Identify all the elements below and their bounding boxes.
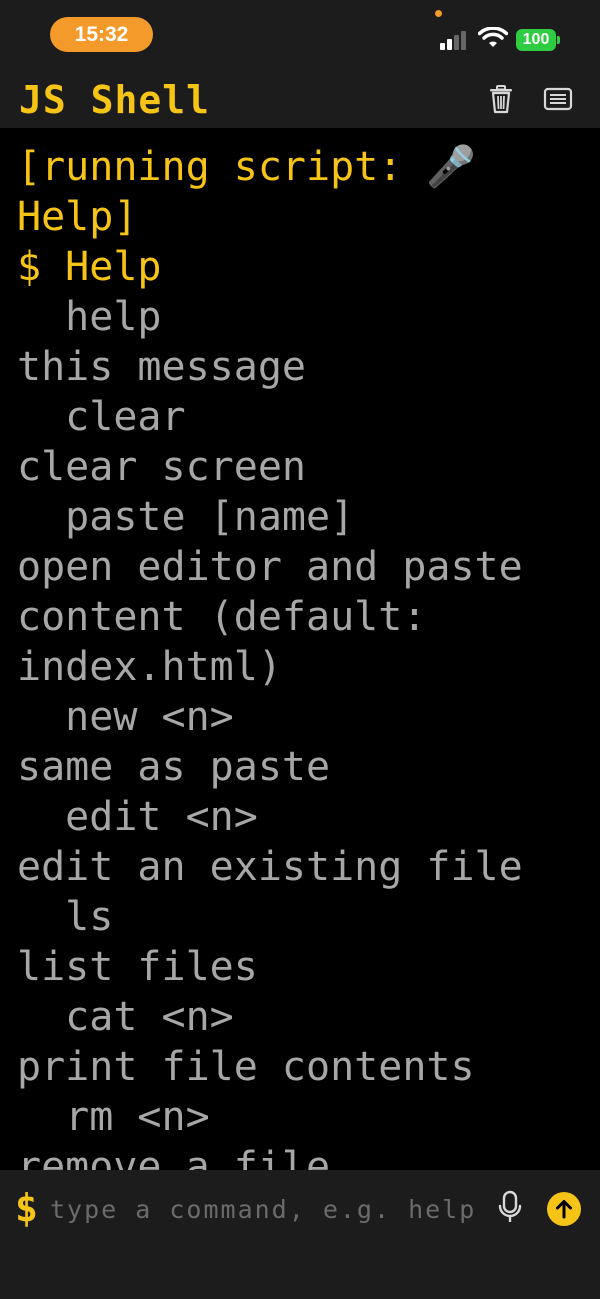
terminal-line: clear screen	[17, 444, 306, 490]
terminal-line: ls	[17, 894, 114, 940]
wifi-icon	[478, 27, 508, 47]
terminal-line: this message	[17, 344, 306, 390]
terminal-line: index.html)	[17, 644, 282, 690]
status-bar: 15:32 100	[0, 0, 600, 70]
command-bar: $	[0, 1170, 600, 1299]
terminal-line: $ Help	[17, 244, 162, 290]
terminal-line: edit an existing file	[17, 844, 523, 890]
terminal-line: [running script: 🎤	[17, 144, 477, 190]
send-button[interactable]	[547, 1192, 581, 1226]
terminal-output[interactable]: [running script: 🎤 Help] $ Help help thi…	[0, 128, 600, 1170]
send-arrow-icon	[556, 1200, 572, 1219]
prompt-symbol: $	[15, 1186, 38, 1230]
command-input[interactable]	[50, 1188, 480, 1230]
battery-icon: 100	[516, 29, 560, 51]
signal-icon	[440, 30, 470, 50]
terminal-line: clear	[17, 394, 186, 440]
terminal-line: cat <n>	[17, 994, 234, 1040]
terminal-line: edit <n>	[17, 794, 258, 840]
terminal-line: list files	[17, 944, 258, 990]
terminal-line: new <n>	[17, 694, 234, 740]
terminal-line: help	[17, 294, 162, 340]
microphone-icon[interactable]	[497, 1190, 523, 1226]
terminal-line: content (default:	[17, 594, 427, 640]
app-title: JS Shell	[19, 78, 211, 122]
trash-icon[interactable]	[486, 84, 516, 114]
terminal-line: paste [name]	[17, 494, 355, 540]
recording-indicator-dot	[435, 10, 442, 17]
terminal-line: remove a file	[17, 1144, 331, 1170]
terminal-line: open editor and paste	[17, 544, 523, 590]
status-time: 15:32	[50, 17, 153, 52]
terminal-line: same as paste	[17, 744, 331, 790]
list-icon[interactable]	[543, 84, 573, 114]
terminal-line: Help]	[17, 194, 138, 240]
terminal-line: rm <n>	[17, 1094, 210, 1140]
terminal-line: print file contents	[17, 1044, 475, 1090]
title-bar: JS Shell	[0, 70, 600, 128]
battery-level: 100	[516, 29, 556, 51]
